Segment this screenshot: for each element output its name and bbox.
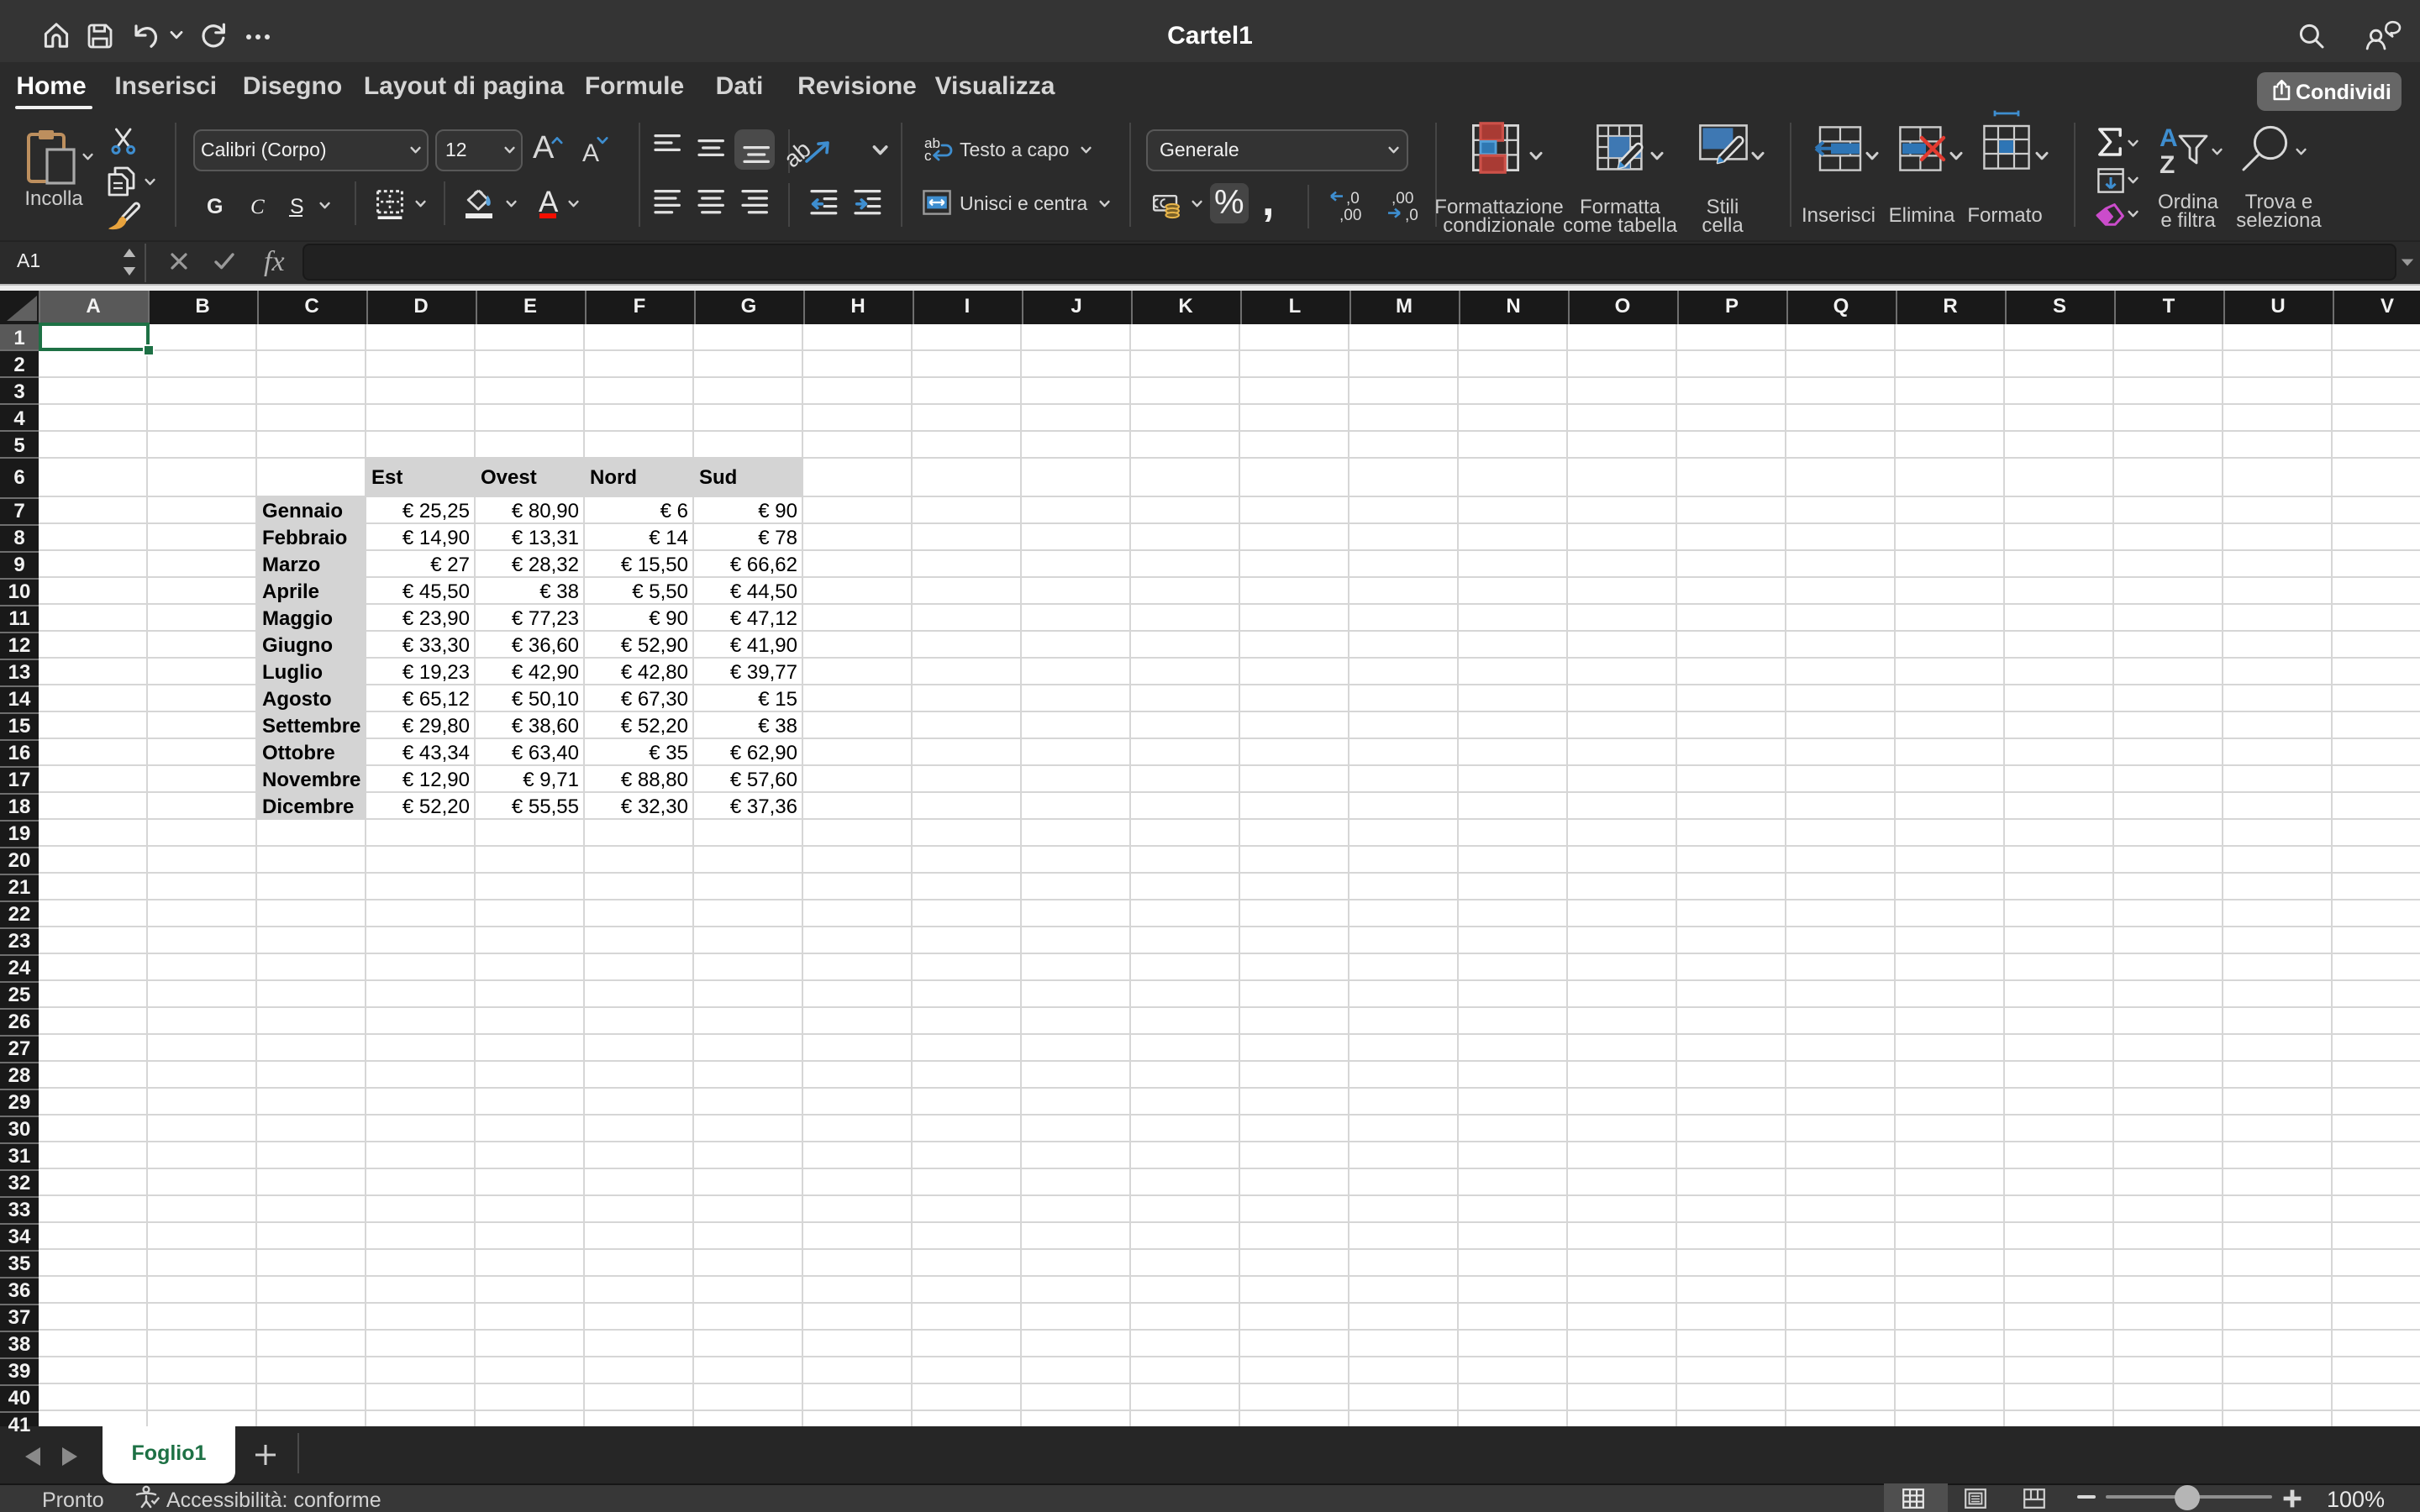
svg-text:c: c (924, 148, 932, 164)
svg-text:Z: Z (2160, 151, 2175, 179)
svg-text:,00: ,00 (1339, 206, 1361, 223)
svg-text:A: A (2160, 124, 2178, 152)
svg-text:,0: ,0 (1346, 189, 1360, 207)
